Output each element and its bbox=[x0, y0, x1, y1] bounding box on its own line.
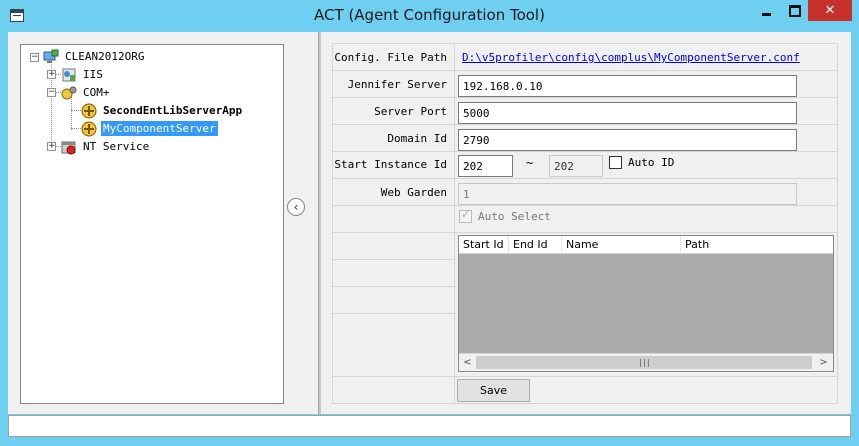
expander-nt-service[interactable]: + bbox=[47, 142, 56, 151]
domain-id-label: Domain Id bbox=[387, 132, 447, 145]
server-port-input[interactable] bbox=[458, 102, 797, 124]
complus-icon bbox=[61, 85, 77, 101]
tree-node-app2[interactable]: MyComponentServer bbox=[81, 120, 218, 137]
tree-node-app1[interactable]: SecondEntLibServerApp bbox=[81, 102, 244, 119]
auto-select-checkbox bbox=[459, 208, 472, 223]
iis-icon bbox=[61, 67, 77, 83]
range-tilde: ~ bbox=[526, 156, 534, 170]
component-icon bbox=[81, 121, 97, 137]
component-icon bbox=[81, 103, 97, 119]
horizontal-scrollbar[interactable]: < ||| > bbox=[459, 353, 833, 371]
tree-label-root: CLEAN2012ORG bbox=[65, 50, 145, 63]
start-instance-to-input bbox=[549, 155, 603, 177]
tree-node-root[interactable]: CLEAN2012ORG bbox=[43, 48, 146, 65]
jennifer-server-label: Jennifer Server bbox=[347, 78, 447, 91]
tree-label-app1: SecondEntLibServerApp bbox=[103, 104, 243, 117]
auto-id-checkbox[interactable] bbox=[609, 156, 622, 169]
auto-id-label: Auto ID bbox=[628, 156, 675, 169]
close-button[interactable]: ✕ bbox=[808, 0, 852, 21]
column-header-name[interactable]: Name bbox=[562, 236, 681, 254]
instance-grid[interactable]: Start Id End Id Name Path < ||| > bbox=[458, 235, 834, 372]
tree-label-nt-service: NT Service bbox=[83, 140, 150, 153]
column-header-start-id[interactable]: Start Id bbox=[459, 236, 509, 254]
jennifer-server-input[interactable] bbox=[458, 75, 797, 97]
window-title: ACT (Agent Configuration Tool) bbox=[314, 6, 545, 24]
start-instance-from-input[interactable] bbox=[458, 155, 513, 177]
tree-node-complus[interactable]: COM+ bbox=[61, 84, 112, 101]
expander-complus[interactable]: − bbox=[47, 88, 56, 97]
maximize-icon bbox=[788, 4, 801, 17]
expander-root[interactable]: − bbox=[30, 53, 39, 62]
tree-label-app2: MyComponentServer bbox=[101, 121, 218, 136]
service-icon bbox=[61, 139, 77, 155]
minimize-icon bbox=[761, 12, 771, 16]
grid-header: Start Id End Id Name Path bbox=[459, 236, 833, 254]
server-port-label: Server Port bbox=[374, 105, 447, 118]
status-bar bbox=[8, 415, 851, 437]
column-header-end-id[interactable]: End Id bbox=[509, 236, 562, 254]
splitter[interactable] bbox=[318, 32, 321, 414]
tree-view[interactable]: − CLEAN2012ORG + IIS − COM+ SecondEntLib… bbox=[20, 44, 284, 404]
scroll-left-icon[interactable]: < bbox=[459, 354, 476, 371]
close-icon: ✕ bbox=[824, 3, 836, 18]
web-garden-input bbox=[458, 183, 797, 205]
expander-iis[interactable]: + bbox=[47, 70, 56, 79]
tree-label-complus: COM+ bbox=[83, 86, 110, 99]
domain-id-input[interactable] bbox=[458, 129, 797, 151]
chevron-left-icon: ‹ bbox=[293, 200, 299, 214]
tree-label-iis: IIS bbox=[83, 68, 103, 81]
scroll-right-icon[interactable]: > bbox=[815, 354, 832, 371]
computer-icon bbox=[43, 49, 59, 65]
config-file-path-label: Config. File Path bbox=[334, 51, 447, 64]
scroll-thumb[interactable]: ||| bbox=[476, 356, 812, 369]
start-instance-id-label: Start Instance Id bbox=[334, 158, 447, 171]
collapse-panel-button[interactable]: ‹ bbox=[287, 198, 305, 216]
maximize-button[interactable] bbox=[781, 0, 808, 21]
save-button[interactable]: Save bbox=[457, 379, 530, 402]
tree-node-iis[interactable]: IIS bbox=[61, 66, 105, 83]
column-header-path[interactable]: Path bbox=[681, 236, 833, 254]
web-garden-label: Web Garden bbox=[380, 186, 447, 199]
auto-select-label: Auto Select bbox=[478, 210, 551, 223]
tree-node-nt-service[interactable]: NT Service bbox=[61, 138, 151, 155]
minimize-button[interactable] bbox=[751, 0, 781, 21]
config-file-path-link[interactable]: D:\v5profiler\config\complus\MyComponent… bbox=[462, 51, 800, 64]
